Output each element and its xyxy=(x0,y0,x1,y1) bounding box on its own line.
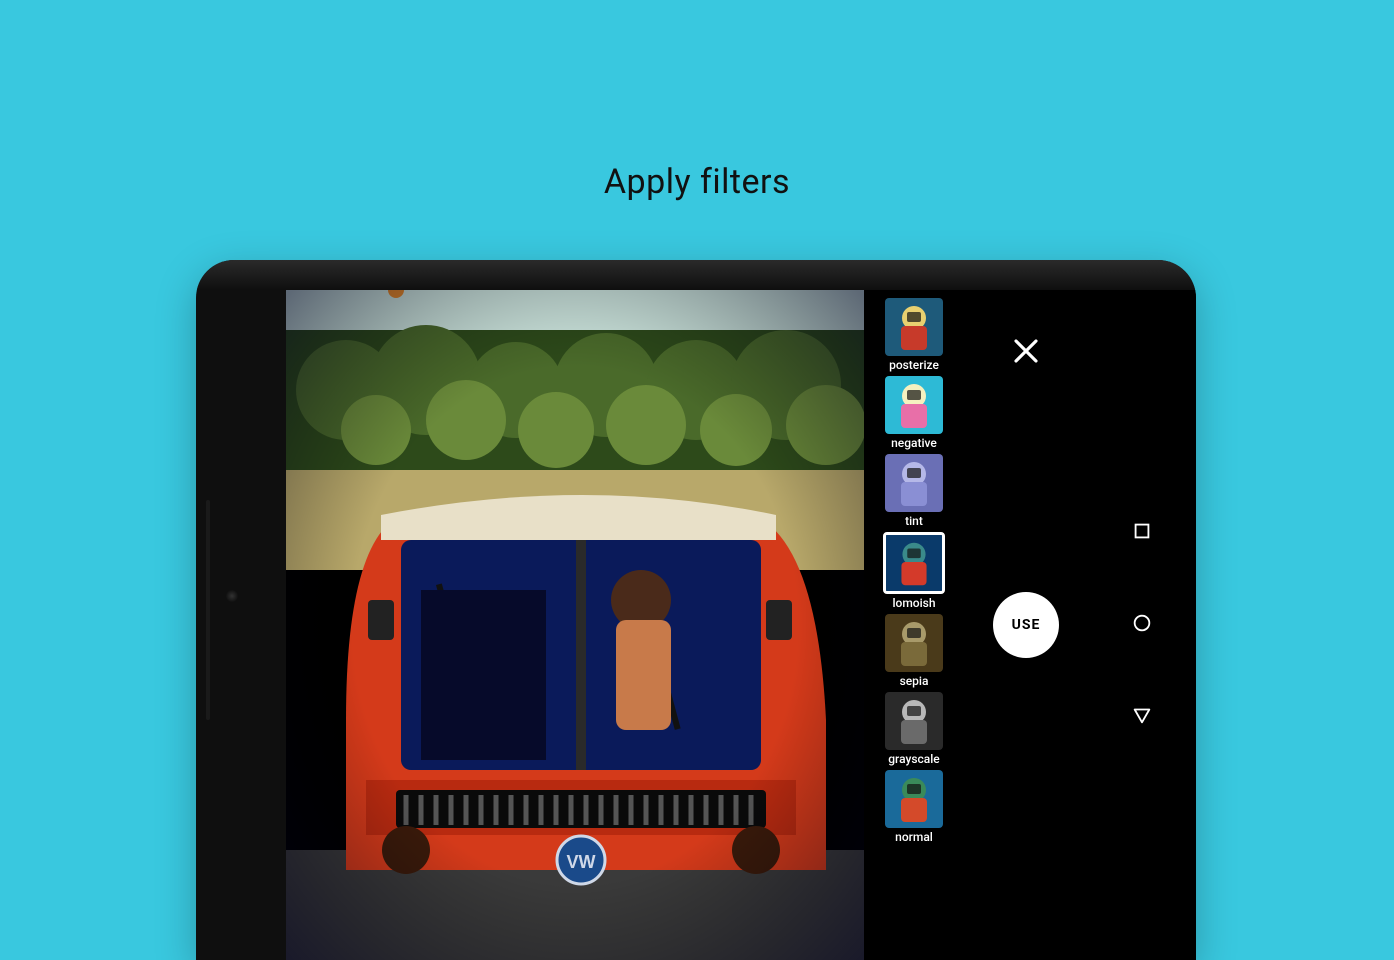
square-icon xyxy=(1131,520,1153,546)
system-nav-bar xyxy=(1088,290,1196,960)
close-button[interactable] xyxy=(1011,336,1041,366)
filter-item-sepia[interactable]: sepia xyxy=(880,614,948,688)
use-button-label: USE xyxy=(1012,617,1041,633)
filter-item-grayscale[interactable]: grayscale xyxy=(880,692,948,766)
filter-thumb xyxy=(885,692,943,750)
filter-thumb xyxy=(885,454,943,512)
filter-label: tint xyxy=(905,514,923,528)
filter-item-lomoish[interactable]: lomoish xyxy=(880,532,948,610)
triangle-back-icon xyxy=(1131,704,1153,730)
filter-thumb xyxy=(885,614,943,672)
filter-label: posterize xyxy=(889,358,939,372)
filter-item-posterize[interactable]: posterize xyxy=(880,298,948,372)
filter-thumb xyxy=(883,532,945,594)
filter-thumb xyxy=(885,770,943,828)
close-icon xyxy=(1011,351,1041,370)
page-headline: Apply filters xyxy=(0,162,1394,202)
device-camera xyxy=(226,590,238,602)
filter-label: normal xyxy=(895,830,933,844)
camera-control-panel: USE xyxy=(964,290,1088,960)
device-speaker-left xyxy=(206,500,210,720)
filter-thumb xyxy=(885,298,943,356)
filter-label: grayscale xyxy=(888,752,940,766)
filter-strip: posterize negative tint lomoish sepia graysca… xyxy=(864,290,964,960)
nav-recent-button[interactable] xyxy=(1131,522,1153,544)
filter-item-negative[interactable]: negative xyxy=(880,376,948,450)
filter-item-normal[interactable]: normal xyxy=(880,770,948,844)
nav-back-button[interactable] xyxy=(1131,706,1153,728)
device-frame: VW posterizenegati xyxy=(196,260,1196,960)
filter-label: negative xyxy=(891,436,937,450)
filter-thumb xyxy=(885,376,943,434)
photo-preview: VW xyxy=(286,290,864,960)
use-button[interactable]: USE xyxy=(993,592,1059,658)
filter-item-tint[interactable]: tint xyxy=(880,454,948,528)
filter-label: lomoish xyxy=(892,596,935,610)
device-top-reflection xyxy=(196,260,1196,290)
filter-label: sepia xyxy=(900,674,929,688)
circle-icon xyxy=(1131,612,1153,638)
device-screen: VW posterizenegati xyxy=(286,290,1088,960)
nav-home-button[interactable] xyxy=(1131,614,1153,636)
